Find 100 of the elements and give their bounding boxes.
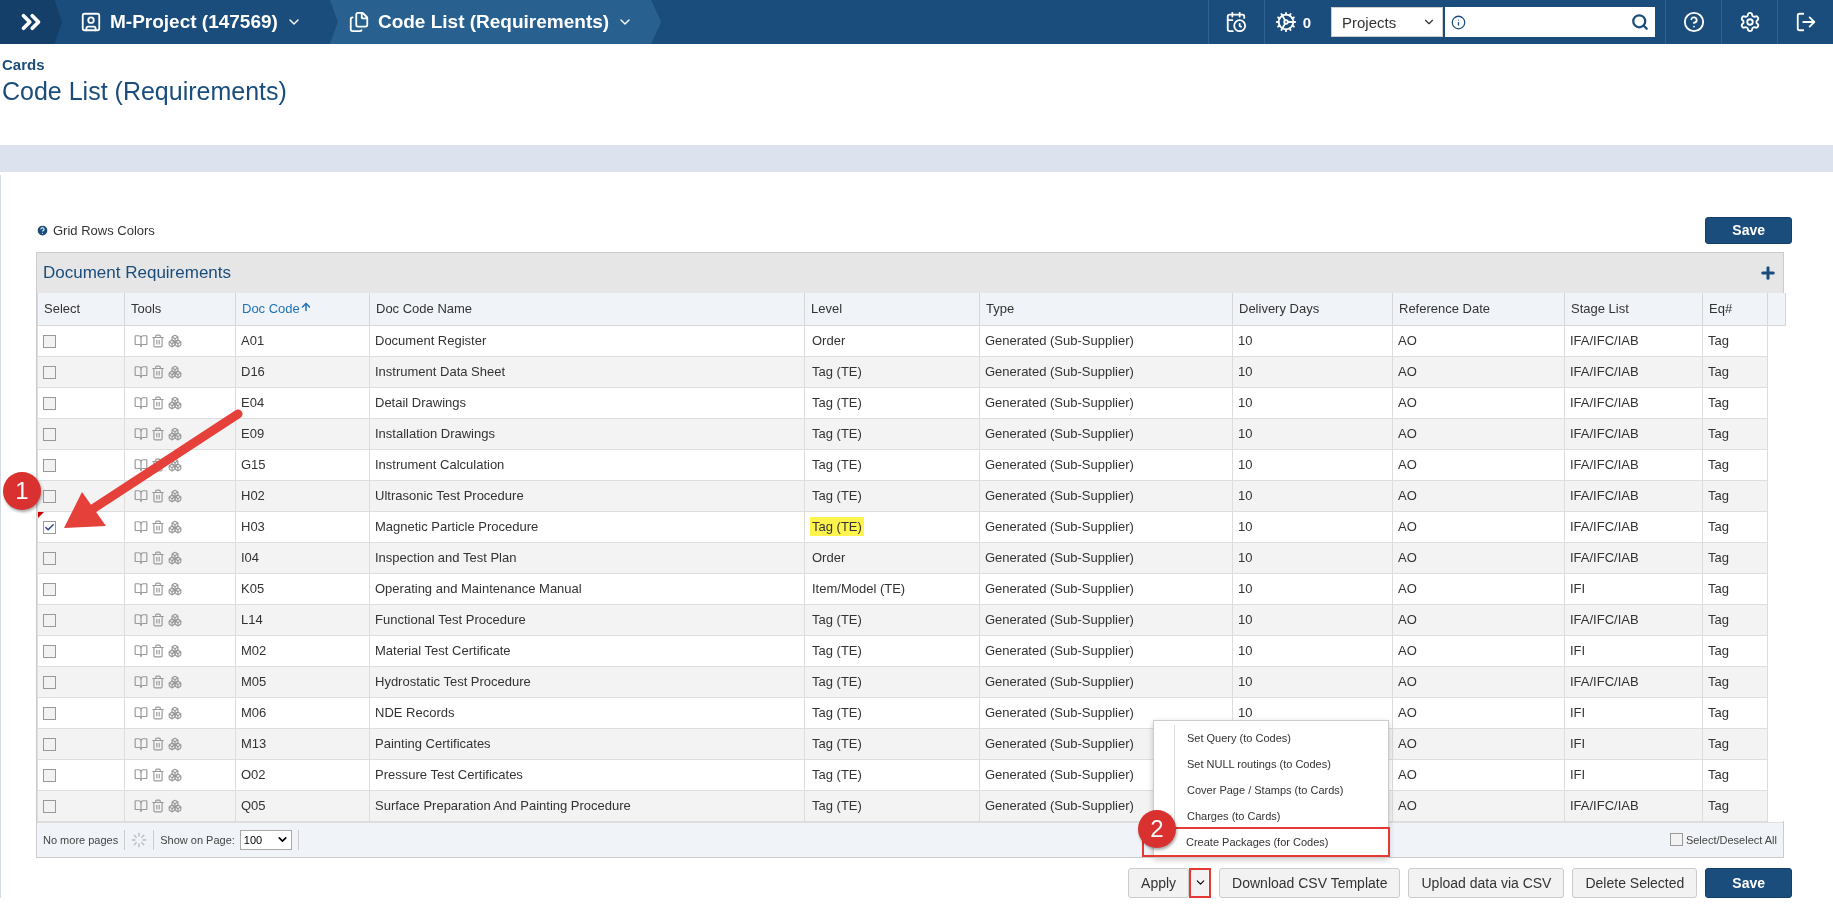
row-checkbox[interactable]: [43, 335, 56, 349]
delete-icon[interactable]: [151, 488, 165, 503]
delete-icon[interactable]: [151, 798, 165, 813]
row-checkbox[interactable]: [43, 521, 56, 535]
book-icon[interactable]: [134, 736, 148, 751]
boxes-icon[interactable]: [168, 581, 182, 596]
delete-icon[interactable]: [151, 457, 165, 472]
delete-icon[interactable]: [151, 705, 165, 720]
delete-icon[interactable]: [151, 426, 165, 441]
book-icon[interactable]: [134, 705, 148, 720]
boxes-icon[interactable]: [168, 798, 182, 813]
action-button[interactable]: Delete Selected: [1572, 867, 1698, 898]
boxes-icon[interactable]: [168, 612, 182, 627]
table-cell: Generated (Sub-Supplier): [979, 573, 1233, 604]
select-all-checkbox[interactable]: Select/Deselect All: [1669, 833, 1777, 846]
column-header[interactable]: Stage List: [1564, 293, 1703, 325]
book-icon[interactable]: [134, 550, 148, 565]
breadcrumb-button[interactable]: Code List (Requirements): [329, 0, 662, 44]
table-cell: IFI: [1564, 573, 1703, 604]
boxes-icon[interactable]: [168, 705, 182, 720]
row-checkbox[interactable]: [43, 490, 56, 504]
boxes-icon[interactable]: [168, 674, 182, 689]
book-icon[interactable]: [134, 643, 148, 658]
row-checkbox[interactable]: [43, 459, 56, 473]
table-cell: H03: [235, 511, 370, 542]
scope-select[interactable]: Projects: [1331, 7, 1443, 37]
delete-icon[interactable]: [151, 674, 165, 689]
row-checkbox[interactable]: [43, 552, 56, 566]
delete-icon[interactable]: [151, 736, 165, 751]
book-icon[interactable]: [134, 364, 148, 379]
book-icon[interactable]: [134, 581, 148, 596]
column-header[interactable]: Doc Code Name: [369, 293, 805, 325]
column-header[interactable]: Doc Code: [235, 293, 370, 325]
boxes-icon[interactable]: [168, 395, 182, 410]
delete-icon[interactable]: [151, 395, 165, 410]
column-header[interactable]: Delivery Days: [1232, 293, 1393, 325]
row-checkbox[interactable]: [43, 583, 56, 597]
column-header[interactable]: Type: [979, 293, 1233, 325]
column-header[interactable]: Reference Date: [1392, 293, 1565, 325]
save-button[interactable]: Save: [1705, 216, 1792, 244]
boxes-icon[interactable]: [168, 488, 182, 503]
table-cell: Generated (Sub-Supplier): [979, 604, 1233, 635]
row-checkbox[interactable]: [43, 428, 56, 442]
row-checkbox[interactable]: [43, 614, 56, 628]
row-checkbox[interactable]: [43, 397, 56, 411]
search-field[interactable]: [1445, 7, 1655, 37]
book-icon[interactable]: [134, 519, 148, 534]
boxes-icon[interactable]: [168, 767, 182, 782]
delete-icon[interactable]: [151, 643, 165, 658]
book-icon[interactable]: [134, 457, 148, 472]
logo-button[interactable]: [0, 0, 62, 44]
column-header[interactable]: Select: [37, 293, 125, 325]
menu-item[interactable]: Set NULL routings (to Codes): [1174, 751, 1388, 777]
delete-icon[interactable]: [151, 581, 165, 596]
row-checkbox[interactable]: [43, 676, 56, 690]
action-button[interactable]: Upload data via CSV: [1408, 867, 1565, 898]
book-icon[interactable]: [134, 488, 148, 503]
delete-icon[interactable]: [151, 612, 165, 627]
column-header[interactable]: Level: [804, 293, 980, 325]
jobs-button[interactable]: 0: [1263, 0, 1321, 44]
boxes-icon[interactable]: [168, 736, 182, 751]
page-size-select[interactable]: 100: [239, 829, 292, 850]
menu-item[interactable]: Cover Page / Stamps (to Cards): [1174, 777, 1388, 803]
table-cell: IFA/IFC/IAB: [1564, 480, 1703, 511]
boxes-icon[interactable]: [168, 333, 182, 348]
book-icon[interactable]: [134, 395, 148, 410]
save-button[interactable]: Save: [1705, 867, 1792, 898]
row-checkbox[interactable]: [43, 738, 56, 752]
row-checkbox[interactable]: [43, 769, 56, 783]
boxes-icon[interactable]: [168, 457, 182, 472]
table-cell: Tag: [1702, 759, 1768, 790]
row-checkbox[interactable]: [43, 707, 56, 721]
delete-icon[interactable]: [151, 364, 165, 379]
book-icon[interactable]: [134, 798, 148, 813]
column-header[interactable]: Eq#: [1702, 293, 1768, 325]
delete-icon[interactable]: [151, 333, 165, 348]
boxes-icon[interactable]: [168, 643, 182, 658]
book-icon[interactable]: [134, 767, 148, 782]
row-checkbox[interactable]: [43, 645, 56, 659]
boxes-icon[interactable]: [168, 519, 182, 534]
add-icon[interactable]: [1759, 264, 1777, 282]
apply-dropdown-button[interactable]: [1189, 867, 1212, 898]
menu-item[interactable]: Set Query (to Codes): [1174, 725, 1388, 751]
apply-button[interactable]: Apply: [1128, 867, 1190, 898]
book-icon[interactable]: [134, 333, 148, 348]
action-button[interactable]: Download CSV Template: [1219, 867, 1401, 898]
refresh-icon[interactable]: [131, 831, 148, 848]
boxes-icon[interactable]: [168, 364, 182, 379]
book-icon[interactable]: [134, 674, 148, 689]
column-header[interactable]: Tools: [124, 293, 236, 325]
boxes-icon[interactable]: [168, 550, 182, 565]
row-checkbox[interactable]: [43, 366, 56, 380]
delete-icon[interactable]: [151, 550, 165, 565]
delete-icon[interactable]: [151, 767, 165, 782]
row-checkbox[interactable]: [43, 800, 56, 814]
delete-icon[interactable]: [151, 519, 165, 534]
boxes-icon[interactable]: [168, 426, 182, 441]
book-icon[interactable]: [134, 426, 148, 441]
book-icon[interactable]: [134, 612, 148, 627]
level-text: Tag (TE): [811, 797, 863, 815]
